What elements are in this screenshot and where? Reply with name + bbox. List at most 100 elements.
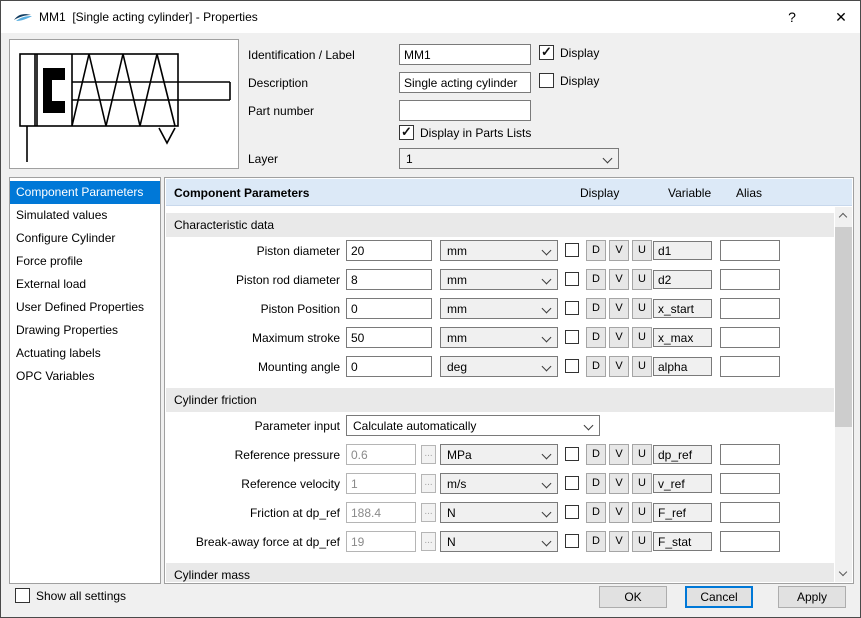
alias-input[interactable] xyxy=(720,444,780,465)
identification-input[interactable] xyxy=(399,44,531,65)
checkbox-icon[interactable] xyxy=(539,73,554,88)
vertical-scrollbar[interactable] xyxy=(835,207,852,582)
scroll-up-button[interactable] xyxy=(835,207,852,224)
d-button[interactable]: D xyxy=(586,502,606,523)
d-button[interactable]: D xyxy=(586,444,606,465)
description-input[interactable] xyxy=(399,72,531,93)
d-button[interactable]: D xyxy=(586,298,606,319)
parameter-input-select[interactable]: Calculate automatically xyxy=(346,415,600,436)
alias-input[interactable] xyxy=(720,240,780,261)
display-checkbox[interactable] xyxy=(565,476,579,490)
alias-input[interactable] xyxy=(720,356,780,377)
alias-input[interactable] xyxy=(720,327,780,348)
parameter-value-input[interactable] xyxy=(346,240,432,261)
parameter-value-input[interactable] xyxy=(346,502,416,523)
v-button[interactable]: V xyxy=(609,356,629,377)
v-button[interactable]: V xyxy=(609,240,629,261)
parameter-value-input[interactable] xyxy=(346,327,432,348)
d-button[interactable]: D xyxy=(586,473,606,494)
parameter-value-input[interactable] xyxy=(346,269,432,290)
ellipsis-button[interactable]: ... xyxy=(421,474,436,493)
unit-select[interactable]: MPa xyxy=(440,444,558,465)
sidebar-item[interactable]: Actuating labels xyxy=(10,342,160,365)
u-button[interactable]: U xyxy=(632,269,652,290)
alias-input[interactable] xyxy=(720,502,780,523)
parameter-value-input[interactable] xyxy=(346,473,416,494)
u-button[interactable]: U xyxy=(632,240,652,261)
d-button[interactable]: D xyxy=(586,356,606,377)
alias-input[interactable] xyxy=(720,531,780,552)
alias-input[interactable] xyxy=(720,269,780,290)
unit-select[interactable]: deg xyxy=(440,356,558,377)
u-button[interactable]: U xyxy=(632,531,652,552)
parameter-value-input[interactable] xyxy=(346,531,416,552)
show-all-settings-check[interactable]: Show all settings xyxy=(15,588,126,603)
checkbox-icon[interactable] xyxy=(15,588,30,603)
help-button[interactable]: ? xyxy=(776,1,808,33)
part-number-input[interactable] xyxy=(399,100,531,121)
display-checkbox[interactable] xyxy=(565,330,579,344)
sidebar-item[interactable]: User Defined Properties xyxy=(10,296,160,319)
sidebar-item[interactable]: OPC Variables xyxy=(10,365,160,388)
u-button[interactable]: U xyxy=(632,502,652,523)
unit-select[interactable]: mm xyxy=(440,298,558,319)
display-checkbox[interactable] xyxy=(565,505,579,519)
ok-button[interactable]: OK xyxy=(599,586,667,608)
u-button[interactable]: U xyxy=(632,327,652,348)
close-button[interactable]: ✕ xyxy=(821,1,861,33)
unit-select[interactable]: mm xyxy=(440,327,558,348)
cancel-button[interactable]: Cancel xyxy=(685,586,753,608)
d-button[interactable]: D xyxy=(586,531,606,552)
sidebar-item[interactable]: External load xyxy=(10,273,160,296)
d-button[interactable]: D xyxy=(586,327,606,348)
checkbox-icon[interactable] xyxy=(539,45,554,60)
v-button[interactable]: V xyxy=(609,502,629,523)
sidebar-item[interactable]: Drawing Properties xyxy=(10,319,160,342)
apply-button[interactable]: Apply xyxy=(778,586,846,608)
u-button[interactable]: U xyxy=(632,356,652,377)
v-button[interactable]: V xyxy=(609,444,629,465)
alias-input[interactable] xyxy=(720,298,780,319)
u-button[interactable]: U xyxy=(632,473,652,494)
sidebar-item[interactable]: Force profile xyxy=(10,250,160,273)
u-button[interactable]: U xyxy=(632,444,652,465)
sidebar-item[interactable]: Simulated values xyxy=(10,204,160,227)
v-button[interactable]: V xyxy=(609,269,629,290)
parts-lists-check[interactable]: Display in Parts Lists xyxy=(399,125,531,140)
sidebar-item[interactable]: Configure Cylinder xyxy=(10,227,160,250)
v-button[interactable]: V xyxy=(609,473,629,494)
display-checkbox[interactable] xyxy=(565,272,579,286)
parameter-value-input[interactable] xyxy=(346,298,432,319)
sidebar-item[interactable]: Component Parameters xyxy=(10,181,160,204)
display-checkbox[interactable] xyxy=(565,359,579,373)
v-button[interactable]: V xyxy=(609,298,629,319)
scroll-down-button[interactable] xyxy=(835,565,852,582)
parameter-value-input[interactable] xyxy=(346,356,432,377)
description-display-check[interactable]: Display xyxy=(539,73,599,88)
display-checkbox[interactable] xyxy=(565,243,579,257)
scrollbar-thumb[interactable] xyxy=(835,227,852,427)
identification-display-check[interactable]: Display xyxy=(539,45,599,60)
ellipsis-button[interactable]: ... xyxy=(421,532,436,551)
layer-select[interactable]: 1 xyxy=(399,148,619,169)
parameter-value-input[interactable] xyxy=(346,444,416,465)
v-button[interactable]: V xyxy=(609,531,629,552)
unit-select[interactable]: mm xyxy=(440,269,558,290)
parameter-label: Maximum stroke xyxy=(166,331,340,345)
unit-select[interactable]: N xyxy=(440,502,558,523)
d-button[interactable]: D xyxy=(586,240,606,261)
u-button[interactable]: U xyxy=(632,298,652,319)
checkbox-icon[interactable] xyxy=(399,125,414,140)
ellipsis-button[interactable]: ... xyxy=(421,445,436,464)
unit-select[interactable]: mm xyxy=(440,240,558,261)
display-checkbox[interactable] xyxy=(565,301,579,315)
alias-input[interactable] xyxy=(720,473,780,494)
d-button[interactable]: D xyxy=(586,269,606,290)
display-checkbox[interactable] xyxy=(565,447,579,461)
v-button[interactable]: V xyxy=(609,327,629,348)
variable-field: F_ref xyxy=(653,503,712,522)
display-checkbox[interactable] xyxy=(565,534,579,548)
ellipsis-button[interactable]: ... xyxy=(421,503,436,522)
unit-select[interactable]: N xyxy=(440,531,558,552)
unit-select[interactable]: m/s xyxy=(440,473,558,494)
